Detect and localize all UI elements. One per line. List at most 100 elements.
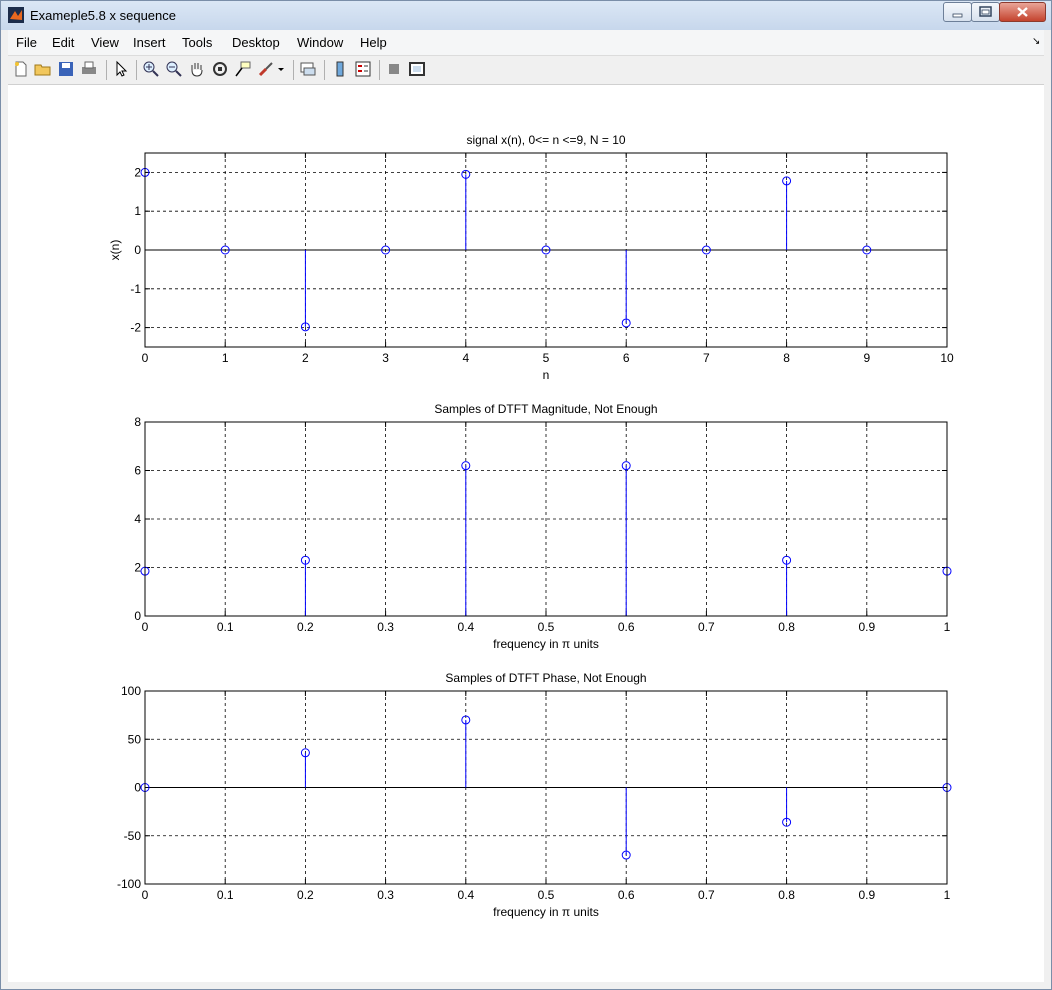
window-title: Exameple5.8 x sequence [30, 8, 176, 23]
y-tick-label: -1 [130, 282, 141, 296]
x-tick-label: 0.9 [858, 620, 875, 634]
menu-view[interactable]: View [91, 35, 119, 50]
print-icon[interactable] [80, 60, 98, 78]
y-tick-label: 1 [134, 204, 141, 218]
maximize-button[interactable] [971, 2, 1000, 22]
y-tick-label: -50 [124, 829, 142, 843]
hide-plot-tools-icon[interactable] [385, 60, 403, 78]
subplot-title: Samples of DTFT Magnitude, Not Enough [434, 402, 657, 416]
subplot-1: 0 1 2 3 4 5 6 7 8 9 10 -2 -1 0 1 2 signal x(n), 0<= n <=… [108, 133, 954, 382]
zoom-out-icon[interactable] [165, 60, 183, 78]
x-tick-label: 0 [142, 620, 149, 634]
x-tick-label: 0 [142, 351, 149, 365]
subplot-title: Samples of DTFT Phase, Not Enough [445, 671, 646, 685]
y-tick-label: 50 [128, 732, 142, 746]
figure-canvas[interactable]: 0 1 2 3 4 5 6 7 8 9 10 -2 -1 0 1 2 signal x(n), 0<= n <=… [8, 85, 1044, 982]
x-tick-label: 0.5 [538, 620, 555, 634]
pan-hand-icon[interactable] [188, 60, 206, 78]
subplot-2: 0 0.1 0.2 0.3 0.4 0.5 0.6 0.7 0.8 0.9 1 0 2 4 6 8 Sample… [134, 402, 952, 651]
rotate-3d-icon[interactable] [211, 60, 229, 78]
x-tick-label: 0.1 [217, 620, 234, 634]
subplot-3: 0 0.1 0.2 0.3 0.4 0.5 0.6 0.7 0.8 0.9 1 -100 -50 0 50 1… [117, 671, 952, 919]
y-tick-label: 2 [134, 165, 141, 179]
x-tick-label: 0.3 [377, 620, 394, 634]
show-plot-tools-icon[interactable] [408, 60, 426, 78]
x-tick-label: 0.6 [618, 620, 635, 634]
x-axis-label: frequency in π units [493, 905, 599, 919]
x-tick-label: 0.8 [778, 620, 795, 634]
colorbar-icon[interactable] [331, 60, 349, 78]
legend-icon[interactable] [354, 60, 372, 78]
menu-insert[interactable]: Insert [133, 35, 166, 50]
x-tick-label: 0.3 [377, 888, 394, 902]
toolbar-separator [379, 60, 380, 80]
x-tick-label: 0.1 [217, 888, 234, 902]
y-tick-label: 2 [134, 561, 141, 575]
dock-arrow-icon[interactable]: ↘ [1032, 36, 1040, 47]
x-tick-label: 0.9 [858, 888, 875, 902]
menu-help[interactable]: Help [360, 35, 387, 50]
x-axis-label: frequency in π units [493, 637, 599, 651]
y-tick-label: -2 [130, 321, 141, 335]
x-tick-label: 0.8 [778, 888, 795, 902]
x-tick-label: 0.4 [457, 888, 474, 902]
title-bar[interactable]: Exameple5.8 x sequence [1, 1, 1051, 30]
zoom-in-icon[interactable] [142, 60, 160, 78]
x-tick-label: 4 [462, 351, 469, 365]
x-tick-label: 1 [222, 351, 229, 365]
x-tick-label: 9 [863, 351, 870, 365]
y-tick-label: 0 [134, 609, 141, 623]
menu-desktop[interactable]: Desktop [232, 35, 280, 50]
toolbar-separator [106, 60, 107, 80]
open-file-icon[interactable] [34, 60, 52, 78]
x-tick-label: 0.7 [698, 620, 715, 634]
toolbar-separator [136, 60, 137, 80]
close-icon [1017, 7, 1028, 17]
x-tick-label: 0.7 [698, 888, 715, 902]
link-plot-icon[interactable] [299, 60, 317, 78]
y-tick-label: 0 [134, 781, 141, 795]
y-tick-label: 8 [134, 415, 141, 429]
toolbar-separator [293, 60, 294, 80]
y-axis-label: x(n) [108, 240, 122, 261]
x-tick-label: 6 [623, 351, 630, 365]
x-tick-label: 0.2 [297, 888, 314, 902]
x-tick-label: 3 [382, 351, 389, 365]
new-figure-icon[interactable] [12, 60, 30, 78]
x-tick-label: 0.6 [618, 888, 635, 902]
x-axis-label: n [543, 368, 550, 382]
figure-window: Exameple5.8 x sequence File Edit View In… [0, 0, 1052, 990]
minimize-icon [952, 13, 963, 18]
data-cursor-icon[interactable] [234, 60, 252, 78]
pointer-icon[interactable] [112, 60, 130, 78]
restore-icon [979, 6, 992, 17]
x-tick-label: 0 [142, 888, 149, 902]
menu-window[interactable]: Window [297, 35, 343, 50]
brush-icon[interactable] [257, 60, 275, 78]
x-tick-label: 0.4 [457, 620, 474, 634]
x-tick-label: 2 [302, 351, 309, 365]
close-button[interactable] [999, 2, 1046, 22]
y-tick-label: 6 [134, 464, 141, 478]
x-tick-label: 8 [783, 351, 790, 365]
figure-toolbar [8, 56, 1044, 85]
x-tick-label: 0.5 [538, 888, 555, 902]
subplot-title: signal x(n), 0<= n <=9, N = 10 [466, 133, 625, 147]
x-tick-label: 1 [944, 888, 951, 902]
y-tick-label: 4 [134, 512, 141, 526]
x-tick-label: 5 [543, 351, 550, 365]
x-tick-label: 10 [940, 351, 954, 365]
y-tick-label: 0 [134, 243, 141, 257]
brush-dropdown-icon[interactable] [277, 60, 285, 78]
y-tick-label: -100 [117, 877, 141, 891]
matlab-app-icon [8, 7, 24, 23]
menu-edit[interactable]: Edit [52, 35, 74, 50]
x-tick-label: 0.2 [297, 620, 314, 634]
plots-svg: 0 1 2 3 4 5 6 7 8 9 10-2-1012signal x(n), 0<= n <=… [108, 133, 954, 919]
y-tick-label: 100 [121, 684, 141, 698]
minimize-button[interactable] [943, 2, 972, 22]
save-icon[interactable] [57, 60, 75, 78]
menu-file[interactable]: File [16, 35, 37, 50]
x-tick-label: 7 [703, 351, 710, 365]
menu-tools[interactable]: Tools [182, 35, 212, 50]
